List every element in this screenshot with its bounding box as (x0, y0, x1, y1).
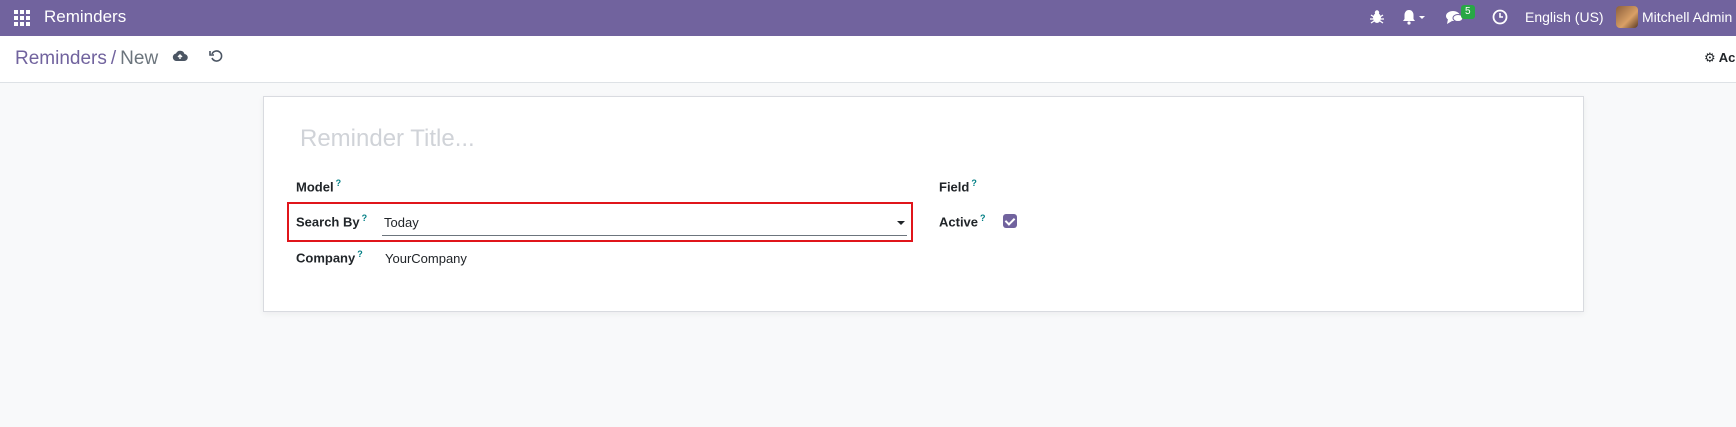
help-icon[interactable]: ? (357, 249, 363, 259)
message-count-badge: 5 (1461, 5, 1475, 19)
active-checkbox[interactable] (1003, 214, 1017, 228)
clock-icon[interactable] (1492, 9, 1508, 29)
active-label-text: Active (939, 214, 979, 230)
user-menu[interactable]: Mitchell Admin ( (1642, 9, 1736, 25)
app-name[interactable]: Reminders (44, 7, 126, 27)
control-panel: Reminders / New ⚙ Ac (0, 36, 1736, 83)
search-by-label-text: Search By (296, 214, 360, 230)
avatar[interactable] (1616, 6, 1638, 28)
help-icon[interactable]: ? (362, 213, 368, 223)
reminder-title-input[interactable]: Reminder Title... (300, 125, 475, 153)
apps-grid-icon[interactable] (14, 10, 30, 26)
company-value[interactable]: YourCompany (385, 251, 467, 266)
help-icon[interactable]: ? (336, 178, 342, 188)
breadcrumb-current: New (120, 48, 159, 69)
help-icon[interactable]: ? (980, 213, 986, 223)
help-icon[interactable]: ? (971, 178, 977, 188)
breadcrumb-root[interactable]: Reminders (15, 48, 107, 69)
action-label: Ac (1718, 50, 1736, 65)
search-by-select[interactable]: Today (382, 211, 907, 236)
bell-icon[interactable] (1402, 9, 1426, 29)
model-label: Model? (296, 178, 341, 194)
search-by-label: Search By? (296, 213, 367, 229)
form-sheet: Reminder Title... Model? Search By? Toda… (263, 96, 1584, 312)
breadcrumb: Reminders / New (15, 48, 158, 70)
field-label: Field? (939, 178, 977, 194)
save-cloud-icon[interactable] (172, 49, 188, 67)
active-label: Active? (939, 213, 986, 229)
top-navbar: Reminders 5 English (US) Mitchell Admin … (0, 0, 1736, 36)
search-by-value: Today (384, 215, 419, 230)
company-label: Company? (296, 249, 363, 265)
company-label-text: Company (296, 250, 356, 266)
chevron-down-icon (897, 221, 905, 225)
gear-icon: ⚙ (1704, 50, 1716, 65)
field-label-text: Field (939, 179, 970, 195)
language-selector[interactable]: English (US) (1525, 9, 1604, 25)
model-label-text: Model (296, 179, 334, 195)
action-menu[interactable]: ⚙ Ac (1704, 50, 1735, 66)
discard-undo-icon[interactable] (209, 49, 223, 67)
bug-icon[interactable] (1370, 9, 1384, 29)
breadcrumb-separator: / (110, 48, 117, 69)
